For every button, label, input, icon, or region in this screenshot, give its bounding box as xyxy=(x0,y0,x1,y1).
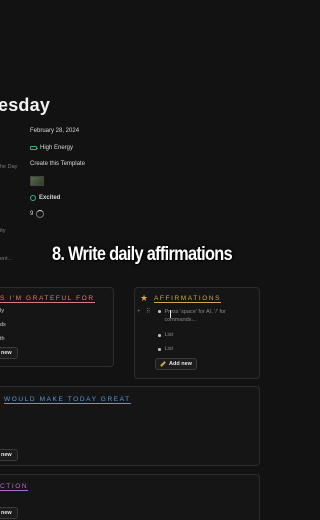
battery-icon xyxy=(30,146,38,150)
bullet-dot xyxy=(158,334,161,337)
property-mood-value: Excited xyxy=(39,195,61,201)
affirmation-item-label: List xyxy=(164,332,174,338)
text-cursor xyxy=(170,310,171,318)
property-date-value: February 28, 2024 xyxy=(30,128,80,134)
property-template-value: Create this Template xyxy=(30,161,85,167)
image-thumbnail-icon xyxy=(30,176,44,186)
property-label-day: he Day xyxy=(0,164,18,170)
smile-icon xyxy=(30,195,36,201)
gratitude-item[interactable]: th xyxy=(0,336,5,342)
great-new-button[interactable]: new xyxy=(0,449,18,461)
affirmation-placeholder: Press 'space' for AI, '/' for commands..… xyxy=(164,309,226,323)
gratitude-new-button[interactable]: new xyxy=(0,347,18,359)
property-template[interactable]: Create this Template xyxy=(30,161,85,167)
affirmation-item[interactable]: List xyxy=(158,332,173,338)
affirmation-input[interactable]: Press 'space' for AI, '/' for commands..… xyxy=(158,308,254,324)
action-card xyxy=(0,474,260,520)
bullet-dot xyxy=(158,310,161,313)
affirmation-item[interactable]: List xyxy=(158,346,173,352)
bullet-dot xyxy=(158,348,161,351)
great-new-label: new xyxy=(1,452,12,458)
affirmations-add-new-button[interactable]: Add new xyxy=(155,358,197,370)
affirmations-title: AFFIRMATIONS xyxy=(154,295,222,303)
property-energy[interactable]: High Energy xyxy=(30,145,73,151)
property-progress[interactable]: 9 xyxy=(30,210,45,218)
action-new-label: new xyxy=(1,510,12,516)
side-label-ity: ity xyxy=(0,228,6,234)
property-energy-value: High Energy xyxy=(40,145,74,151)
affirmations-add-new-label: Add new xyxy=(169,361,192,367)
side-label-ent: ent... xyxy=(0,256,13,262)
progress-ring-icon xyxy=(36,210,45,218)
action-new-button[interactable]: new xyxy=(0,507,18,519)
action-title: CTION xyxy=(0,483,29,491)
property-progress-value: 9 xyxy=(30,211,34,217)
drag-handle-icon[interactable]: + ⠿ xyxy=(137,308,153,315)
property-date[interactable]: February 28, 2024 xyxy=(30,128,79,134)
gratitude-title: S I'M GRATEFUL FOR xyxy=(0,295,95,303)
pencil-icon xyxy=(160,361,166,367)
affirmation-item-label: List xyxy=(164,346,174,352)
page-title: esday xyxy=(0,95,51,115)
star-icon: ★ xyxy=(140,293,149,303)
gratitude-item[interactable]: ly xyxy=(0,308,4,314)
gratitude-item[interactable]: ds xyxy=(0,322,6,328)
property-image[interactable] xyxy=(30,176,44,186)
property-mood[interactable]: Excited xyxy=(30,195,60,201)
gratitude-new-label: new xyxy=(1,350,12,356)
video-caption: 8. Write daily affirmations xyxy=(52,244,233,265)
great-title: WOULD MAKE TODAY GREAT xyxy=(4,396,131,404)
